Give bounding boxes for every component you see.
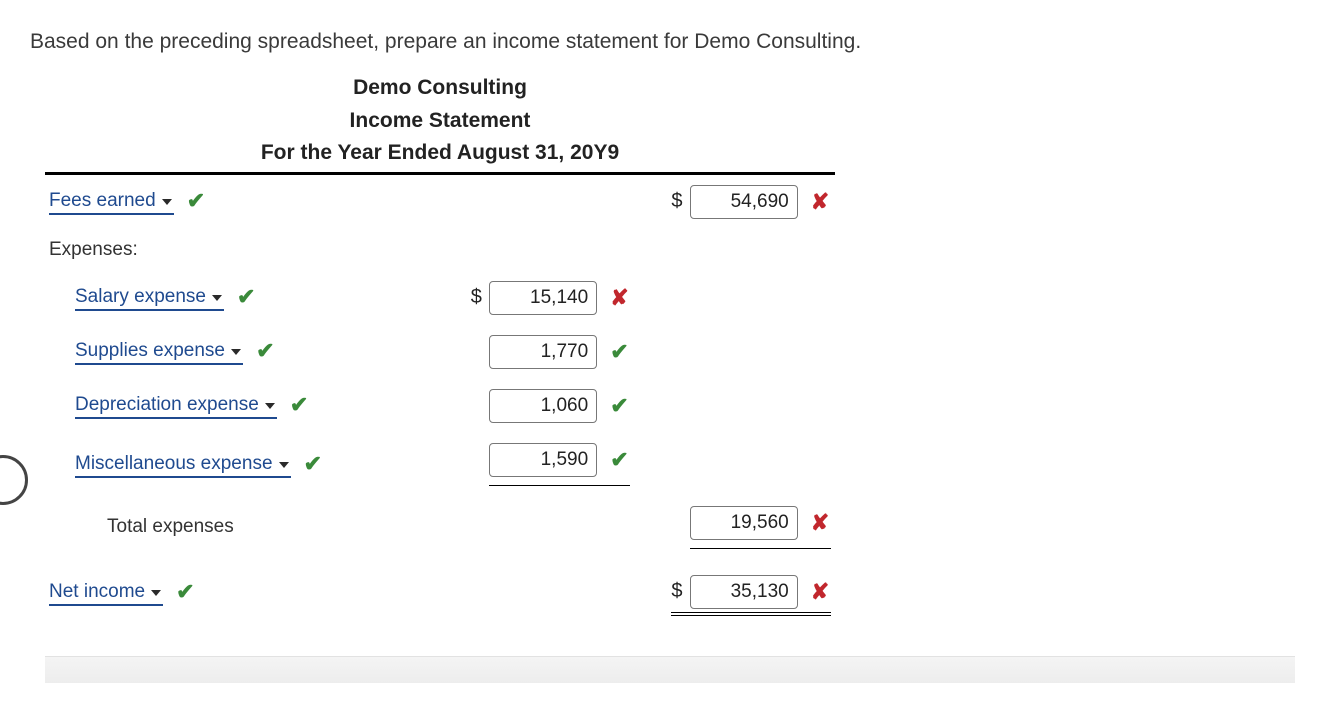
check-icon: ✔	[302, 451, 324, 477]
total-expenses-label: Total expenses	[49, 516, 234, 538]
misc-expense-dropdown[interactable]: Miscellaneous expense	[75, 453, 291, 478]
dollar-sign: $	[671, 580, 682, 602]
check-icon: ✔	[608, 447, 630, 473]
company-name: Demo Consulting	[45, 72, 835, 105]
fees-earned-input[interactable]: 54,690	[690, 185, 798, 219]
footer-strip	[45, 656, 1295, 683]
supplies-expense-input[interactable]: 1,770	[489, 335, 597, 369]
dollar-sign: $	[471, 286, 482, 308]
expenses-label: Expenses:	[49, 239, 138, 260]
statement-period: For the Year Ended August 31, 20Y9	[45, 137, 835, 170]
check-icon: ✔	[288, 392, 310, 418]
net-income-dropdown[interactable]: Net income	[49, 581, 163, 606]
misc-expense-input[interactable]: 1,590	[489, 443, 597, 477]
check-icon: ✔	[185, 188, 207, 214]
x-icon: ✘	[809, 510, 831, 536]
depreciation-expense-input[interactable]: 1,060	[489, 389, 597, 423]
fees-earned-dropdown[interactable]: Fees earned	[49, 190, 174, 215]
total-expenses-input[interactable]: 19,560	[690, 506, 798, 540]
check-icon: ✔	[174, 579, 196, 605]
x-icon: ✘	[608, 285, 630, 311]
decorative-arc	[0, 455, 28, 505]
check-icon: ✔	[254, 338, 276, 364]
dollar-sign: $	[671, 190, 682, 212]
salary-expense-dropdown[interactable]: Salary expense	[75, 286, 224, 311]
net-income-input[interactable]: 35,130	[690, 575, 798, 609]
statement-table: Fees earned ✔ $ 54,690 ✘ Expenses:	[45, 175, 835, 626]
check-icon: ✔	[608, 339, 630, 365]
x-icon: ✘	[809, 579, 831, 605]
x-icon: ✘	[809, 189, 831, 215]
depreciation-expense-dropdown[interactable]: Depreciation expense	[75, 394, 277, 419]
salary-expense-input[interactable]: 15,140	[489, 281, 597, 315]
check-icon: ✔	[608, 393, 630, 419]
supplies-expense-dropdown[interactable]: Supplies expense	[75, 340, 243, 365]
statement-title: Income Statement	[45, 105, 835, 138]
question-prompt: Based on the preceding spreadsheet, prep…	[30, 30, 1294, 54]
income-statement: Demo Consulting Income Statement For the…	[45, 72, 835, 626]
statement-heading: Demo Consulting Income Statement For the…	[45, 72, 835, 175]
check-icon: ✔	[235, 284, 257, 310]
